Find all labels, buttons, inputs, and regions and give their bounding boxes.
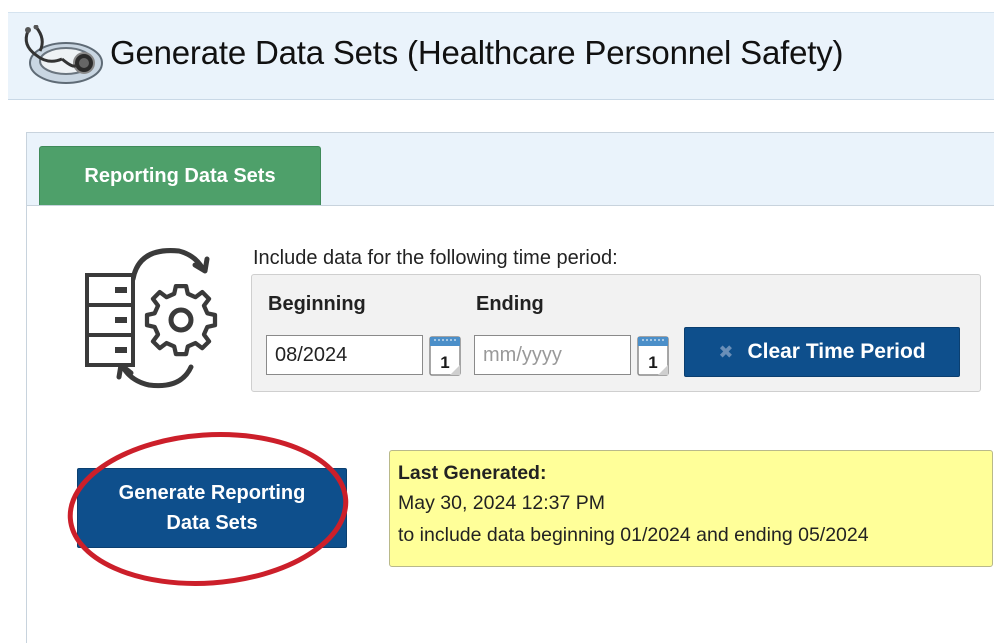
last-generated-notice: Last Generated: May 30, 2024 12:37 PM to… [389,450,993,567]
x-icon: ✖ [718,341,734,362]
generate-button-line2: Data Sets [166,512,258,534]
calendar-day-text: 1 [648,353,657,372]
clear-time-period-label: Clear Time Period [747,340,926,363]
main-panel: Reporting Data Sets Include data for the… [26,132,994,643]
data-sync-gear-icon [85,248,218,389]
calendar-icon[interactable]: 1 [636,333,670,377]
last-generated-title: Last Generated: [398,462,547,484]
beginning-date-input[interactable] [266,335,423,375]
ending-label: Ending [476,293,544,315]
generate-reporting-data-sets-button[interactable]: Generate Reporting Data Sets [77,468,347,548]
tab-bar: Reporting Data Sets [27,133,994,206]
ending-date-input[interactable] [474,335,631,375]
time-period-prompt: Include data for the following time peri… [253,247,618,269]
last-generated-range: to include data beginning 01/2024 and en… [398,524,869,546]
calendar-day-text: 1 [440,353,449,372]
beginning-label: Beginning [268,293,366,315]
generate-button-line1: Generate Reporting [118,482,306,504]
page-title: Generate Data Sets (Healthcare Personnel… [110,34,844,71]
page-header: Generate Data Sets (Healthcare Personnel… [8,12,994,100]
last-generated-datetime: May 30, 2024 12:37 PM [398,492,606,514]
calendar-icon[interactable]: 1 [428,333,462,377]
tab-reporting-data-sets[interactable]: Reporting Data Sets [39,146,321,205]
clear-time-period-button[interactable]: ✖ Clear Time Period [684,327,960,377]
stethoscope-icon [24,25,103,84]
time-period-box: Beginning Ending 1 1 ✖ Clear Time Period [251,274,981,392]
